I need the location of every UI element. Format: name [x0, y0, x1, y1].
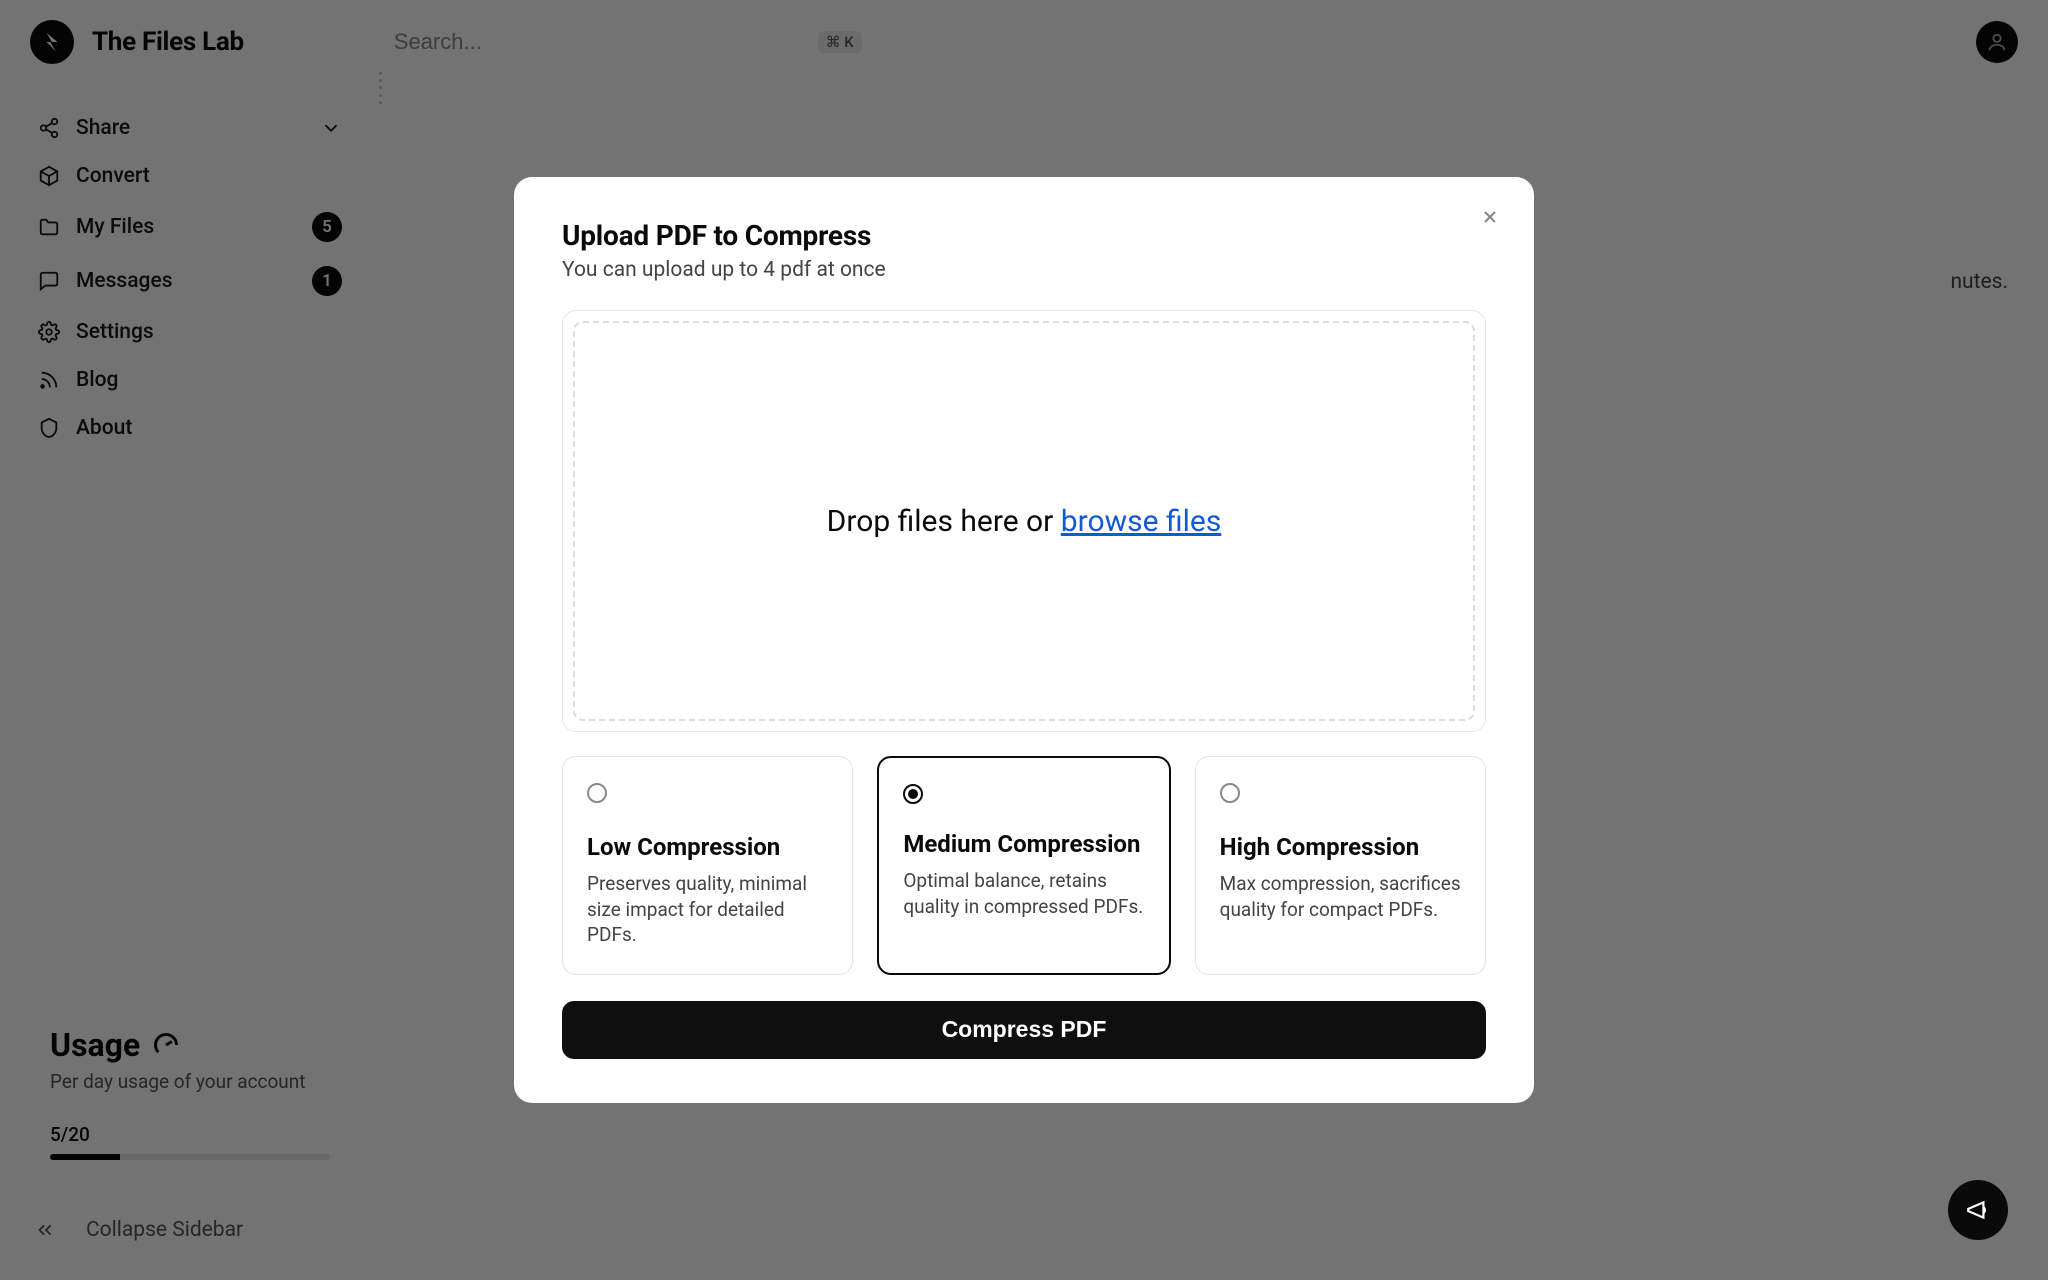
dropzone-text: Drop files here or browse files — [827, 504, 1222, 539]
file-dropzone[interactable]: Drop files here or browse files — [573, 321, 1475, 721]
option-title: Low Compression — [587, 833, 828, 861]
browse-files-link[interactable]: browse files — [1061, 504, 1222, 539]
modal-subtitle: You can upload up to 4 pdf at once — [562, 258, 1486, 282]
radio-icon — [1220, 783, 1240, 803]
option-desc: Preserves quality, minimal size impact f… — [587, 871, 828, 948]
close-button[interactable] — [1476, 203, 1504, 231]
compress-pdf-button[interactable]: Compress PDF — [562, 1001, 1486, 1059]
radio-icon — [587, 783, 607, 803]
upload-compress-modal: Upload PDF to Compress You can upload up… — [514, 177, 1534, 1103]
option-medium-compression[interactable]: Medium Compression Optimal balance, reta… — [877, 756, 1170, 975]
option-desc: Max compression, sacrifices quality for … — [1220, 871, 1461, 922]
radio-icon — [903, 784, 923, 804]
option-low-compression[interactable]: Low Compression Preserves quality, minim… — [562, 756, 853, 975]
option-title: Medium Compression — [903, 830, 1144, 858]
modal-title: Upload PDF to Compress — [562, 219, 1486, 252]
modal-overlay[interactable]: Upload PDF to Compress You can upload up… — [0, 0, 2048, 1280]
megaphone-icon — [1965, 1197, 1991, 1223]
option-title: High Compression — [1220, 833, 1461, 861]
option-desc: Optimal balance, retains quality in comp… — [903, 868, 1144, 919]
close-icon — [1480, 207, 1500, 227]
option-high-compression[interactable]: High Compression Max compression, sacrif… — [1195, 756, 1486, 975]
feedback-fab[interactable] — [1948, 1180, 2008, 1240]
